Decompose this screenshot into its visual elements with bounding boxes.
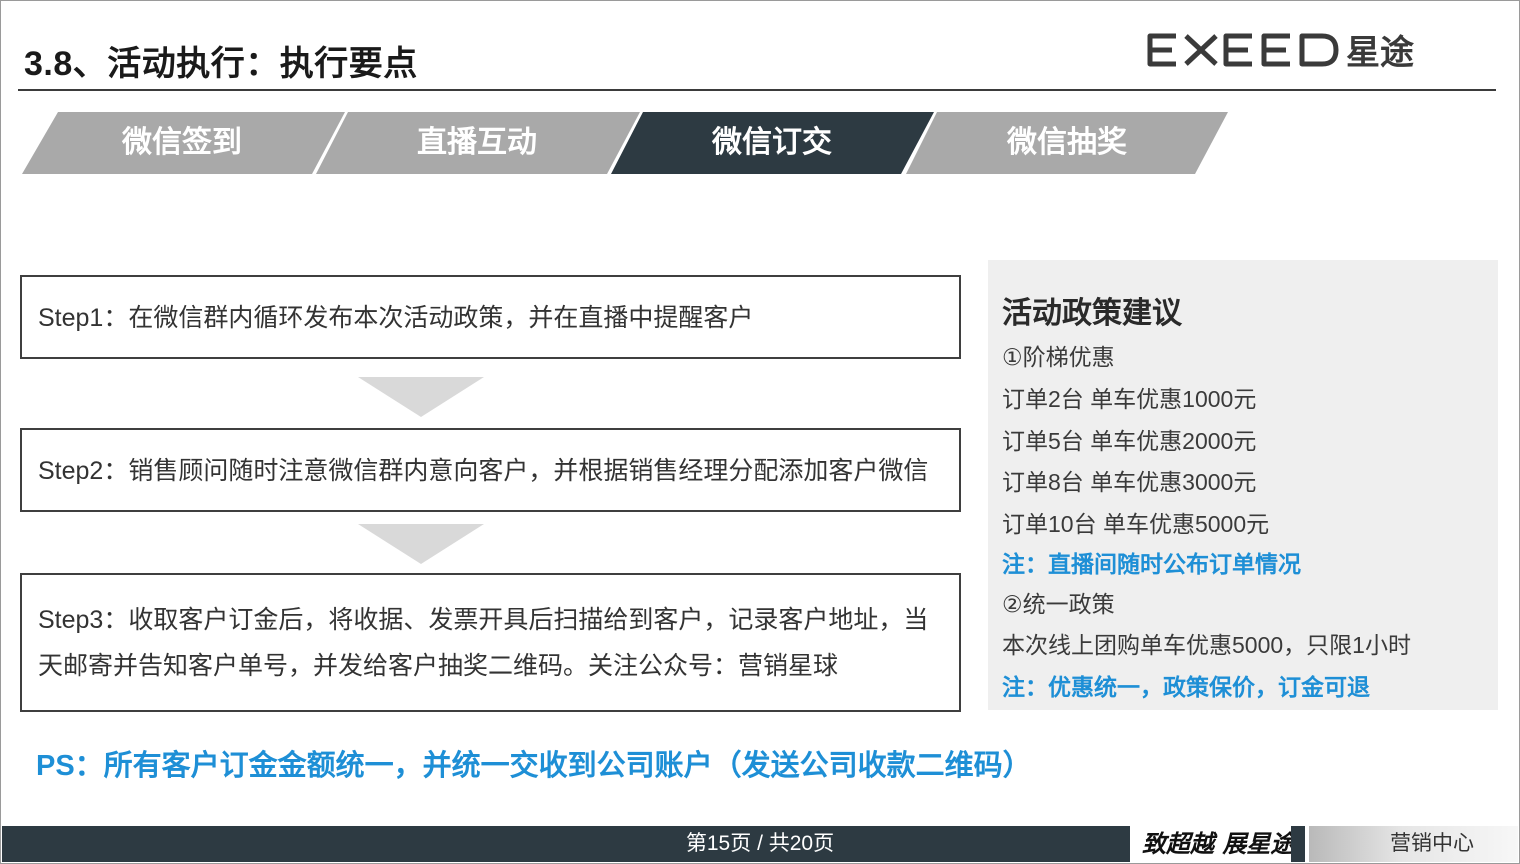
unified-title: ②统一政策 <box>1002 591 1115 617</box>
tab-wechat-lottery[interactable]: 微信抽奖 <box>947 110 1187 176</box>
footer-separator <box>1291 826 1305 862</box>
exeed-logo: 星途 <box>1147 33 1414 73</box>
footer: 第15页 / 共20页 致超越 展星途 营销中心 <box>2 826 1518 862</box>
step3-text-line2: 天邮寄并告知客户单号，并发给客户抽奖二维码。关注公众号：营销星球 <box>38 652 839 680</box>
tab-wechat-order[interactable]: 微信订交 <box>652 110 892 176</box>
down-arrow-icon <box>358 377 484 417</box>
step2-text: Step2：销售顾问随时注意微信群内意向客户，并根据销售经理分配添加客户微信 <box>38 457 929 485</box>
tier-item: 订单10台 单车优惠5000元 <box>1002 511 1270 537</box>
tab-wechat-checkin[interactable]: 微信签到 <box>62 110 302 176</box>
tier-item: 订单2台 单车优惠1000元 <box>1002 386 1257 412</box>
policy-note-unified: 注：优惠统一，政策保价，订金可退 <box>1002 674 1370 700</box>
tier-title: ①阶梯优惠 <box>1002 344 1115 370</box>
down-arrow-icon <box>358 524 484 564</box>
page-title: 3.8、活动执行：执行要点 <box>24 45 418 83</box>
policy-panel: 活动政策建议 ①阶梯优惠 订单2台 单车优惠1000元 订单5台 单车优惠200… <box>988 260 1498 710</box>
step3-box: Step3：收取客户订金后，将收据、发票开具后扫描给到客户，记录客户地址，当 天… <box>20 573 961 712</box>
department-label: 营销中心 <box>1390 832 1474 855</box>
step1-box: Step1：在微信群内循环发布本次活动政策，并在直播中提醒客户 <box>20 275 961 359</box>
stage-tabs: 微信签到 直播互动 微信订交 微信抽奖 <box>0 110 1240 176</box>
tier-item: 订单8台 单车优惠3000元 <box>1002 469 1257 495</box>
ps-note: PS：所有客户订金金额统一，并统一交收到公司账户（发送公司收款二维码） <box>36 750 1032 782</box>
logo-text: 星途 <box>1346 33 1414 73</box>
title-divider <box>18 89 1496 91</box>
policy-note-live: 注：直播间随时公布订单情况 <box>1002 551 1301 577</box>
tab-live-interaction[interactable]: 直播互动 <box>357 110 597 176</box>
step1-text: Step1：在微信群内循环发布本次活动政策，并在直播中提醒客户 <box>38 304 754 332</box>
step2-box: Step2：销售顾问随时注意微信群内意向客户，并根据销售经理分配添加客户微信 <box>20 428 961 512</box>
unified-text: 本次线上团购单车优惠5000，只限1小时 <box>1002 632 1411 658</box>
policy-heading: 活动政策建议 <box>1002 297 1182 330</box>
step3-text-line1: Step3：收取客户订金后，将收据、发票开具后扫描给到客户，记录客户地址，当 <box>38 606 929 634</box>
slogan-calligraphy: 致超越 展星途 <box>1142 829 1295 858</box>
tier-item: 订单5台 单车优惠2000元 <box>1002 428 1257 454</box>
